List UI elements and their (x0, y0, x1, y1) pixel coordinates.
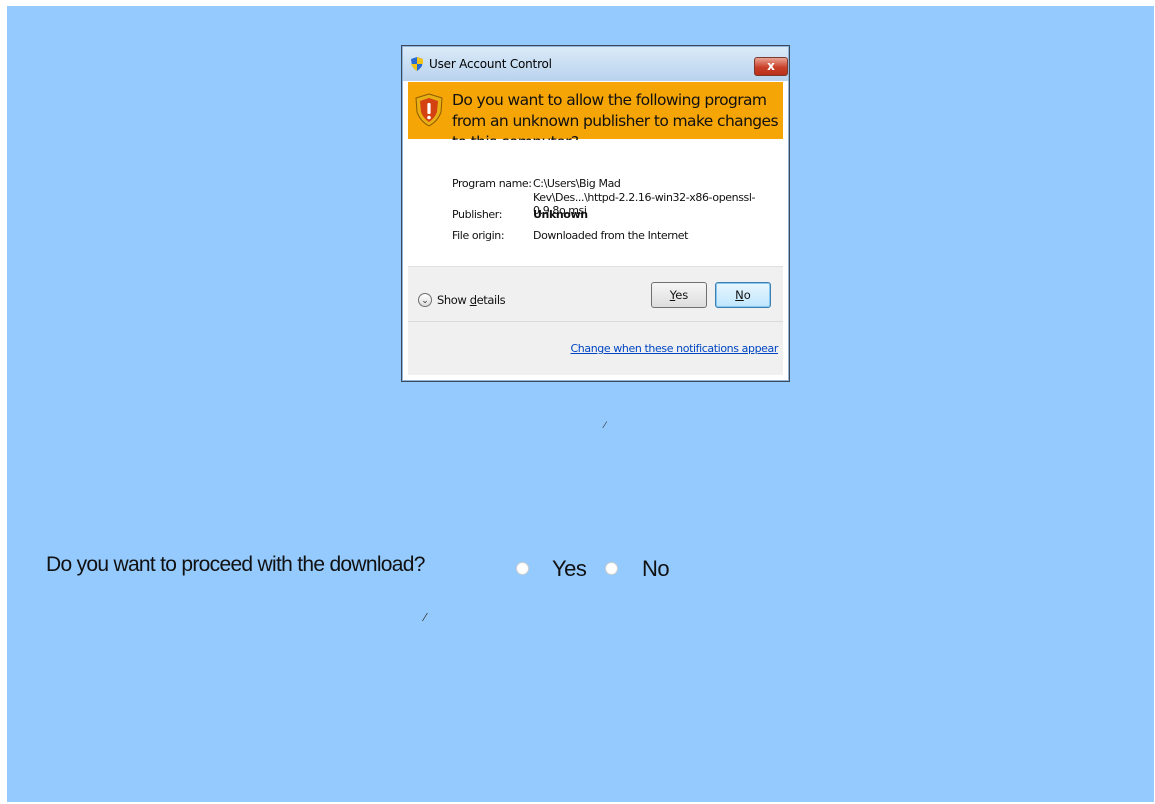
stray-mark: ⁄ (424, 611, 426, 624)
dialog-footer: ⌄ Show details Yes No Change when these … (408, 266, 783, 375)
dialog-title: User Account Control (429, 57, 552, 71)
download-question: Do you want to proceed with the download… (46, 553, 425, 576)
program-name-label: Program name: (452, 177, 532, 190)
program-details: Program name: C:\Users\Big Mad Kev\Des..… (408, 140, 783, 266)
publisher-label: Publisher: (452, 208, 503, 221)
chevron-down-icon: ⌄ (418, 293, 432, 307)
yes-button[interactable]: Yes (651, 282, 707, 308)
publisher-value: Unknown (533, 208, 588, 221)
close-icon: x (767, 59, 775, 73)
dialog-titlebar: User Account Control x (403, 47, 788, 81)
warning-shield-icon (415, 93, 443, 127)
no-button[interactable]: No (715, 282, 771, 308)
warning-banner: Do you want to allow the following progr… (408, 82, 783, 151)
close-button[interactable]: x (754, 57, 788, 76)
show-details-toggle[interactable]: ⌄ Show details (418, 291, 506, 309)
stray-mark: ⁄ (604, 421, 606, 431)
uac-shield-icon (411, 57, 423, 71)
radio-no-label[interactable]: No (642, 556, 670, 582)
radio-no[interactable] (605, 562, 618, 575)
radio-yes[interactable] (516, 562, 529, 575)
show-details-label: Show details (437, 293, 506, 307)
program-name-line1: C:\Users\Big Mad (533, 177, 621, 190)
uac-dialog: User Account Control x Do you want to al… (401, 45, 790, 382)
radio-yes-label[interactable]: Yes (552, 556, 587, 582)
file-origin-value: Downloaded from the Internet (533, 229, 689, 242)
footer-divider (408, 321, 783, 322)
change-notifications-link[interactable]: Change when these notifications appear (571, 342, 779, 355)
file-origin-label: File origin: (452, 229, 505, 242)
